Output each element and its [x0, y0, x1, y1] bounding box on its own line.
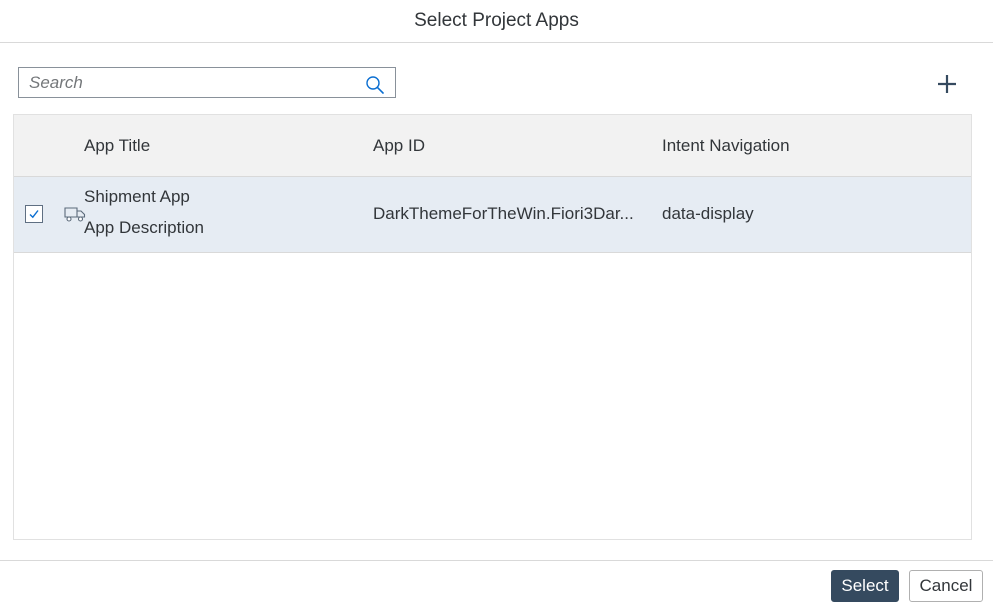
- dialog-footer: Select Cancel: [0, 560, 993, 610]
- column-header-intent-navigation[interactable]: Intent Navigation: [662, 115, 790, 176]
- checkmark-icon: [29, 210, 39, 219]
- table-row[interactable]: Shipment App App Description DarkThemeFo…: [14, 177, 971, 253]
- app-id: DarkThemeForTheWin.Fiori3Dar...: [373, 204, 634, 223]
- intent-navigation: data-display: [662, 204, 754, 223]
- row-select-checkbox[interactable]: [25, 205, 43, 223]
- dialog-header: Select Project Apps: [0, 0, 993, 43]
- shipping-truck-icon: [64, 207, 86, 222]
- app-title: Shipment App: [84, 187, 190, 206]
- apps-table: App Title App ID Intent Navigation Shipm…: [13, 114, 972, 540]
- table-header: App Title App ID Intent Navigation: [14, 115, 971, 177]
- select-button[interactable]: Select: [831, 570, 899, 602]
- search-icon[interactable]: [365, 75, 385, 95]
- search-field[interactable]: [18, 67, 396, 98]
- dialog-title: Select Project Apps: [414, 10, 579, 31]
- select-project-apps-dialog: Select Project Apps App Title App ID Int…: [0, 0, 993, 610]
- app-description: App Description: [84, 218, 205, 237]
- column-header-app-title[interactable]: App Title: [84, 115, 150, 176]
- search-input[interactable]: [19, 68, 379, 97]
- plus-icon: [938, 75, 956, 93]
- add-app-button[interactable]: [928, 66, 966, 102]
- cancel-button[interactable]: Cancel: [909, 570, 983, 602]
- column-header-app-id[interactable]: App ID: [373, 115, 425, 176]
